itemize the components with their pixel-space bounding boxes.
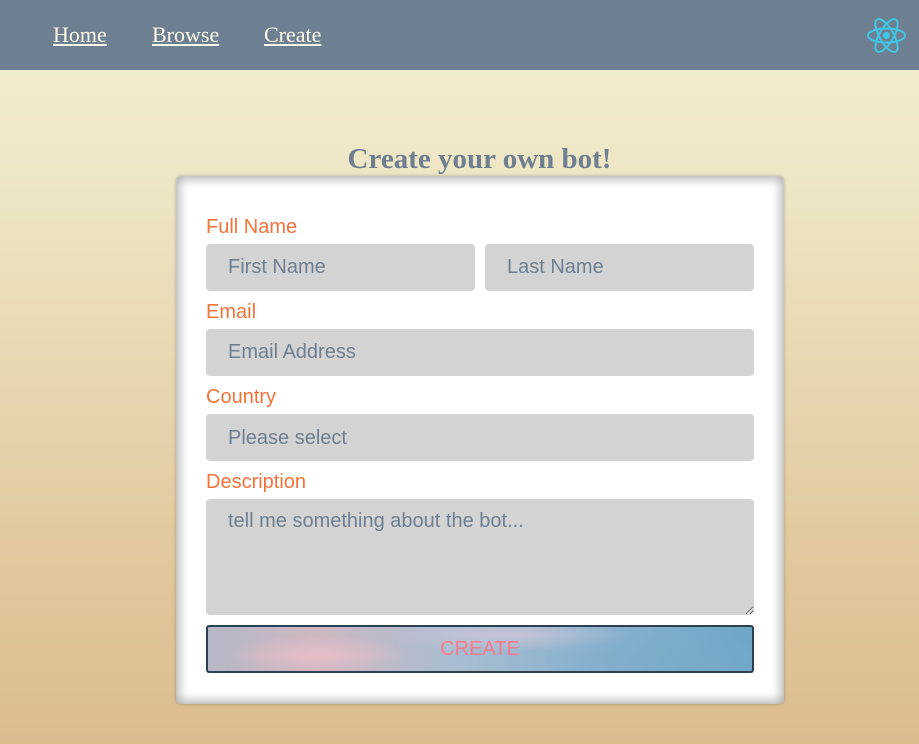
description-label: Description	[206, 471, 307, 493]
email-label: Email	[206, 301, 257, 323]
full-name-label: Full Name	[206, 216, 298, 238]
top-navbar: Home Browse Create	[0, 0, 919, 70]
email-input[interactable]	[206, 329, 754, 376]
first-name-input[interactable]	[206, 244, 475, 291]
create-button[interactable]: CREATE	[206, 625, 754, 673]
country-label: Country	[206, 386, 277, 408]
create-bot-form-card: Full Name Email Country Please select De…	[176, 176, 784, 704]
nav-link-create[interactable]: Create	[264, 22, 321, 48]
nav-link-browse[interactable]: Browse	[152, 22, 219, 48]
page-title: Create your own bot!	[347, 143, 612, 175]
react-icon[interactable]	[865, 15, 908, 56]
country-select[interactable]: Please select	[206, 414, 754, 461]
nav-link-home[interactable]: Home	[53, 22, 107, 48]
description-textarea[interactable]	[206, 499, 754, 615]
last-name-input[interactable]	[485, 244, 754, 291]
